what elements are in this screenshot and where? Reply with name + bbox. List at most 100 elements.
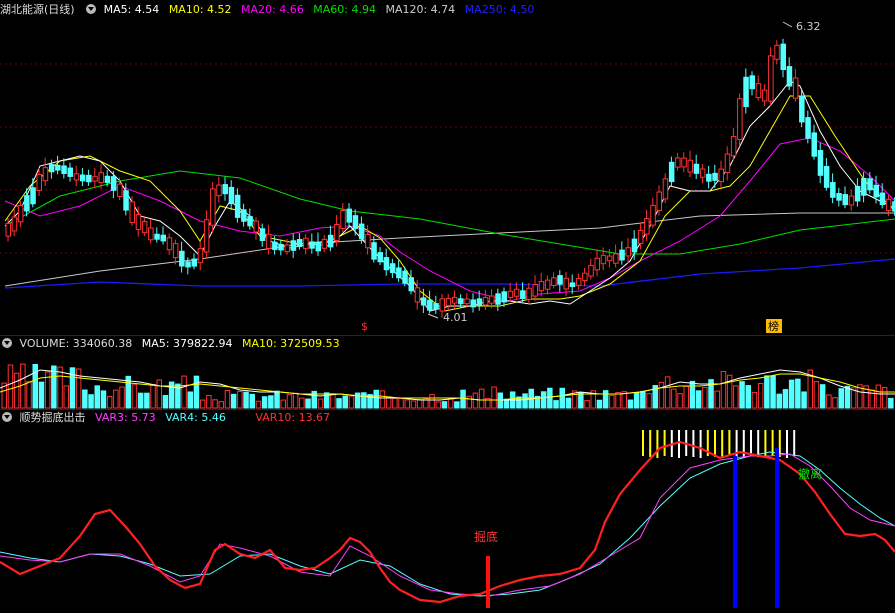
volume-bar [299, 397, 305, 409]
candle-body [861, 177, 867, 196]
candle-body [154, 233, 160, 240]
candle-body [135, 214, 142, 230]
volume-bar [888, 397, 894, 409]
candle-body [197, 248, 204, 264]
candle-body [253, 220, 259, 233]
candle-body [365, 233, 371, 249]
candle-body [774, 44, 780, 60]
candle-body [408, 277, 414, 292]
candle-body [737, 98, 743, 140]
signal-mark-s: $ [361, 320, 368, 333]
candle-body [402, 270, 408, 284]
volume-bar [274, 390, 280, 409]
candle-body [507, 290, 514, 298]
candle-body [520, 290, 526, 300]
ma20-value: MA20: 4.66 [241, 3, 304, 16]
volume-bar [782, 389, 789, 409]
signal-mark-bang: 榜 [768, 319, 779, 333]
candle-body [185, 261, 191, 268]
candle-body [17, 205, 24, 223]
var4-line [0, 451, 895, 597]
candle-body [61, 165, 67, 175]
candle-body [836, 193, 842, 201]
period-label: (日线) [44, 3, 75, 16]
volume-bar [832, 397, 838, 409]
volume-chart[interactable] [0, 352, 895, 410]
volume-bar [193, 375, 200, 409]
volume-bar [491, 386, 497, 409]
collapse-icon[interactable] [2, 412, 12, 422]
var10-value: VAR10: 13.67 [255, 411, 331, 424]
candle-body [551, 277, 557, 286]
volume-bar [745, 385, 751, 409]
indicator-name: 顺势掘底出击 [19, 411, 86, 424]
indicator-panel-header: 顺势掘底出击 VAR3: 5.73 VAR4: 5.46 VAR10: 13.6… [0, 410, 336, 426]
candle-body [464, 298, 470, 305]
volume-bar [63, 385, 69, 409]
volume-bar [218, 401, 224, 409]
candle-body [216, 184, 222, 197]
candle-body [743, 76, 749, 108]
volume-bar [144, 392, 150, 409]
volume-bar [181, 375, 187, 409]
candle-body [92, 176, 98, 182]
volume-bar [26, 381, 32, 409]
candle-body [86, 174, 92, 183]
candle-body [377, 252, 383, 263]
collapse-icon[interactable] [2, 338, 12, 348]
volume-bar [472, 392, 479, 409]
volume-bar [609, 394, 615, 409]
volume-bar [13, 372, 20, 409]
high-marker: 6.32 [782, 20, 821, 33]
candle-body [5, 222, 11, 237]
candle-body [575, 277, 582, 286]
candle-body [191, 258, 197, 267]
candle-body [334, 224, 340, 241]
volume-bar [565, 397, 572, 409]
candle-body [67, 167, 73, 177]
volume-bar [633, 392, 640, 409]
candle-body [396, 267, 402, 279]
ma5-line [4, 80, 895, 312]
candle-body [613, 253, 619, 264]
candle-body [885, 198, 892, 212]
volume-bar [584, 400, 590, 409]
volume-bar [677, 393, 683, 409]
candle-body [241, 209, 247, 222]
candle-body [811, 132, 817, 157]
candle-body [104, 175, 111, 183]
candle-body [830, 182, 836, 198]
candle-body [79, 174, 86, 182]
volume-bar [460, 389, 466, 409]
volume-bar [230, 393, 237, 409]
candle-body [588, 264, 594, 277]
volume-bar [20, 363, 26, 409]
ma60-value: MA60: 4.94 [313, 3, 376, 16]
volume-bar [522, 393, 528, 409]
volume-bar [881, 387, 888, 409]
volume-bar [237, 390, 243, 409]
candle-body [451, 296, 458, 304]
volume-bar [671, 388, 677, 409]
volume-bar [137, 392, 144, 409]
candle-body [73, 173, 80, 181]
candle-body [681, 157, 687, 168]
candle-body [141, 220, 148, 234]
candlestick-chart[interactable]: 6.32 4.01 $ 榜 [0, 16, 895, 336]
volume-bar [695, 390, 702, 409]
volume-bar [547, 387, 553, 409]
candle-body [48, 164, 55, 173]
volume-bar [838, 388, 844, 409]
candle-body [873, 184, 879, 198]
volume-bar [454, 401, 460, 409]
volume-bar [119, 386, 125, 409]
collapse-icon[interactable] [86, 4, 97, 14]
candle-body [123, 190, 129, 211]
indicator-chart[interactable]: 掘底 撤离 [0, 426, 895, 613]
candle-body [383, 257, 390, 271]
volume-bar [379, 390, 386, 409]
candle-body [842, 194, 848, 206]
candle-body [476, 298, 483, 306]
candle-body [805, 117, 811, 139]
candle-body [563, 277, 569, 290]
